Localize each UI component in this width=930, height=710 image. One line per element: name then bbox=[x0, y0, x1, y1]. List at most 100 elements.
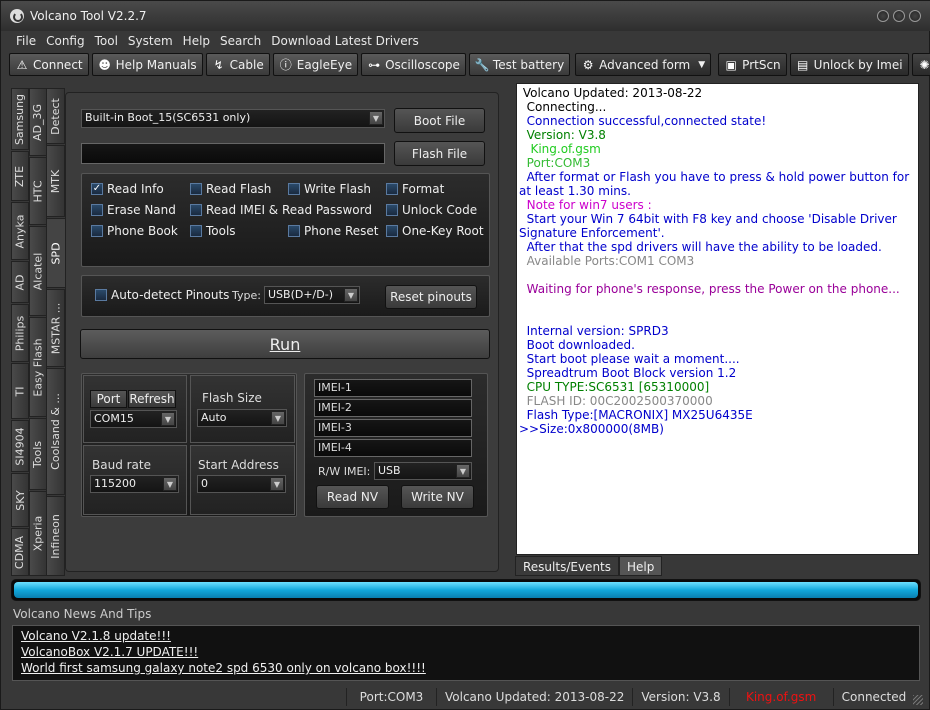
settings-button[interactable]: ✺ bbox=[911, 53, 930, 76]
tab-ad-3g[interactable]: AD_3G bbox=[29, 88, 47, 156]
rw-imei-select[interactable]: USB ▼ bbox=[374, 462, 472, 480]
tab-results-events[interactable]: Results/Events bbox=[515, 556, 620, 576]
connect-button[interactable]: ⚠ Connect bbox=[9, 53, 89, 76]
log-line: Internal version: SPRD3 bbox=[519, 324, 669, 338]
tab-xperia-label: Xperia bbox=[31, 515, 45, 552]
flash-file-button[interactable]: Flash File bbox=[394, 141, 485, 166]
run-button[interactable]: Run bbox=[80, 329, 490, 359]
tab-philips[interactable]: Philips bbox=[11, 304, 29, 362]
auto-detect-pinouts-checkbox[interactable]: Auto-detect Pinouts bbox=[95, 288, 229, 302]
oscilloscope-button[interactable]: ⊶ Oscilloscope bbox=[361, 53, 466, 76]
refresh-button[interactable]: Refresh bbox=[128, 390, 176, 408]
boot-file-button[interactable]: Boot File bbox=[394, 108, 485, 133]
write-flash-checkbox[interactable]: Write Flash bbox=[288, 182, 371, 196]
phone-book-checkbox[interactable]: Phone Book bbox=[91, 224, 178, 238]
tab-ad[interactable]: AD bbox=[11, 261, 29, 303]
port-value: COM15 bbox=[94, 412, 134, 425]
tab-easy-flash[interactable]: Easy Flash bbox=[29, 317, 47, 417]
menu-tool[interactable]: Tool bbox=[90, 31, 123, 51]
menu-config[interactable]: Config bbox=[41, 31, 90, 51]
menu-help[interactable]: Help bbox=[178, 31, 215, 51]
boot-select[interactable]: Built-in Boot_15(SC6531 only) ▼ bbox=[81, 109, 385, 128]
one-key-root-checkbox[interactable]: One-Key Root bbox=[386, 224, 484, 238]
menu-system[interactable]: System bbox=[123, 31, 178, 51]
unlock-code-checkbox[interactable]: Unlock Code bbox=[386, 203, 477, 217]
tab-coolsand[interactable]: Coolsand & ... bbox=[46, 368, 65, 495]
write-nv-button[interactable]: Write NV bbox=[401, 485, 474, 509]
maximize-icon[interactable] bbox=[893, 10, 905, 22]
tab-mtk[interactable]: MTK bbox=[46, 145, 65, 217]
tab-sky-label: SKY bbox=[13, 489, 27, 511]
news-link[interactable]: VolcanoBox V2.1.7 UPDATE!!! bbox=[21, 644, 919, 660]
start-address-select[interactable]: 0 ▼ bbox=[197, 475, 286, 493]
tab-detect[interactable]: Detect bbox=[46, 88, 65, 144]
chevron-down-icon: ▼ bbox=[456, 464, 470, 478]
imei-1-field[interactable]: IMEI-1 bbox=[314, 379, 472, 397]
baud-rate-label: Baud rate bbox=[92, 458, 151, 472]
read-flash-checkbox[interactable]: Read Flash bbox=[190, 182, 271, 196]
tab-htc[interactable]: HTC bbox=[29, 157, 47, 225]
menu-search[interactable]: Search bbox=[215, 31, 266, 51]
chevron-down-icon: ▼ bbox=[163, 477, 177, 491]
tab-sky[interactable]: SKY bbox=[11, 473, 29, 527]
tab-ti[interactable]: TI bbox=[11, 363, 29, 419]
news-link[interactable]: World first samsung galaxy note2 spd 653… bbox=[21, 660, 919, 676]
menu-file[interactable]: File bbox=[11, 31, 41, 51]
read-info-label: Read Info bbox=[107, 182, 164, 196]
read-imei-checkbox[interactable]: Read IMEI & Read Password bbox=[190, 203, 372, 217]
write-flash-label: Write Flash bbox=[304, 182, 371, 196]
cable-icon: ↯ bbox=[213, 57, 224, 72]
tools-checkbox[interactable]: Tools bbox=[190, 224, 236, 238]
help-manuals-button[interactable]: ☻ Help Manuals bbox=[91, 53, 203, 76]
plug-icon: ⊶ bbox=[368, 57, 381, 72]
baud-rate-select[interactable]: 115200 ▼ bbox=[90, 475, 179, 493]
tab-infineon[interactable]: Infineon bbox=[46, 496, 65, 576]
tab-samsung[interactable]: Samsung bbox=[11, 88, 29, 150]
results-log[interactable]: Volcano Updated: 2013-08-22 Connecting..… bbox=[516, 83, 919, 555]
flash-size-select[interactable]: Auto ▼ bbox=[197, 409, 287, 427]
test-battery-button[interactable]: 🔧 Test battery bbox=[468, 53, 571, 76]
tab-mstar[interactable]: MSTAR ... bbox=[46, 289, 65, 367]
imei-3-field[interactable]: IMEI-3 bbox=[314, 419, 472, 437]
log-line: Flash Type:[MACRONIX] MX25U6435E bbox=[519, 408, 753, 422]
unlock-by-imei-button[interactable]: ▤ Unlock by Imei bbox=[789, 53, 909, 76]
resize-grip-icon[interactable] bbox=[913, 695, 923, 705]
read-info-checkbox[interactable]: ✓ Read Info bbox=[91, 182, 164, 196]
erase-nand-checkbox[interactable]: Erase Nand bbox=[91, 203, 176, 217]
minimize-icon[interactable] bbox=[877, 10, 889, 22]
phone-reset-checkbox[interactable]: Phone Reset bbox=[288, 224, 379, 238]
format-checkbox[interactable]: Format bbox=[386, 182, 444, 196]
tab-zte[interactable]: ZTE bbox=[11, 151, 29, 201]
chevron-down-icon[interactable]: ▼ bbox=[698, 60, 705, 70]
screenshot-icon: ▣ bbox=[725, 57, 737, 72]
flash-file-path[interactable] bbox=[81, 143, 385, 164]
imei-4-field[interactable]: IMEI-4 bbox=[314, 439, 472, 457]
cable-button[interactable]: ↯ Cable bbox=[205, 53, 270, 76]
one-key-root-label: One-Key Root bbox=[402, 224, 484, 238]
tab-xperia[interactable]: Xperia bbox=[29, 491, 47, 576]
prtscn-button[interactable]: ▣ PrtScn bbox=[718, 53, 787, 76]
tab-alcatel[interactable]: Alcatel bbox=[29, 226, 47, 316]
menu-download-drivers[interactable]: Download Latest Drivers bbox=[266, 31, 424, 51]
pinout-type-select[interactable]: USB(D+/D-) ▼ bbox=[264, 286, 360, 304]
tab-spd[interactable]: SPD bbox=[46, 218, 66, 288]
chevron-down-icon: ▼ bbox=[369, 111, 383, 125]
advanced-form-button[interactable]: ⚙ Advanced form ▼ bbox=[575, 53, 712, 76]
status-port: Port:COM3 bbox=[346, 688, 436, 706]
tab-si4904[interactable]: SI4904 bbox=[11, 420, 29, 472]
erase-nand-label: Erase Nand bbox=[107, 203, 176, 217]
status-bar: Port:COM3 Volcano Updated: 2013-08-22 Ve… bbox=[1, 685, 930, 709]
port-select[interactable]: COM15 ▼ bbox=[90, 410, 177, 428]
reset-pinouts-button[interactable]: Reset pinouts bbox=[385, 285, 477, 309]
people-icon: ☻ bbox=[98, 57, 111, 72]
close-icon[interactable] bbox=[909, 10, 921, 22]
tab-tools[interactable]: Tools bbox=[29, 418, 47, 490]
tab-anyka[interactable]: Anyka bbox=[11, 202, 29, 260]
eagleeye-button[interactable]: ⓘ EagleEye bbox=[272, 53, 359, 76]
read-nv-button[interactable]: Read NV bbox=[316, 485, 389, 509]
port-button[interactable]: Port bbox=[90, 390, 127, 408]
tab-cdma[interactable]: CDMA bbox=[11, 528, 29, 576]
imei-2-field[interactable]: IMEI-2 bbox=[314, 399, 472, 417]
tab-help[interactable]: Help bbox=[619, 556, 663, 576]
news-link[interactable]: Volcano V2.1.8 update!!! bbox=[21, 628, 919, 644]
